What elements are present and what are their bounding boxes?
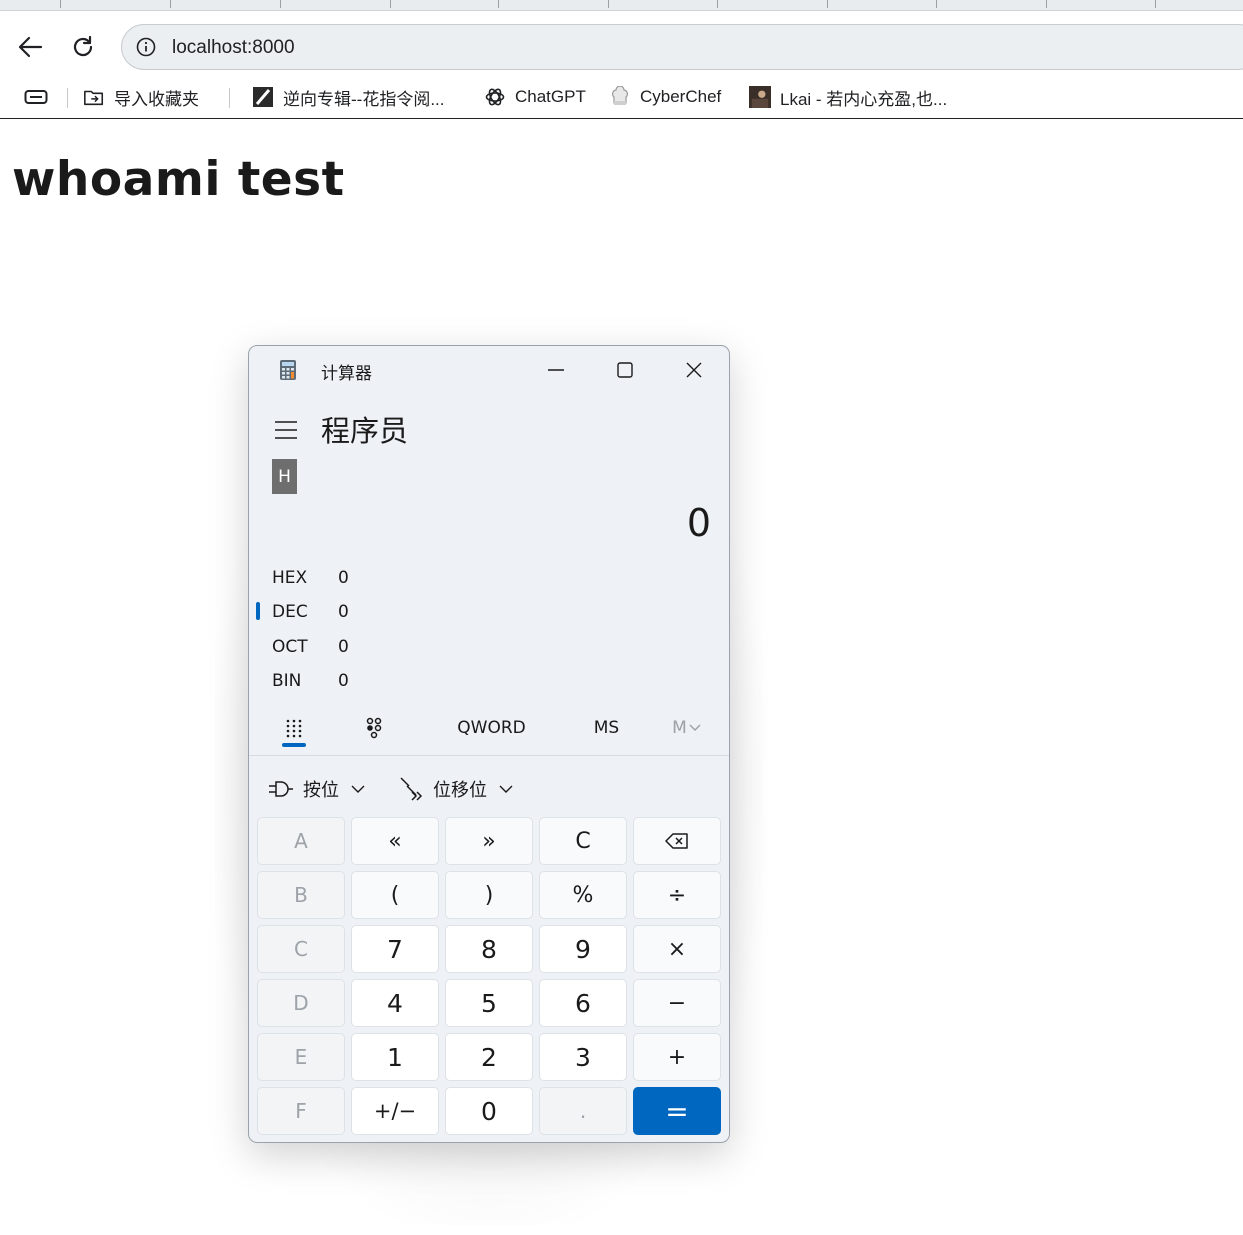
key-0[interactable]: 0 xyxy=(445,1087,533,1135)
key-clear[interactable]: C xyxy=(539,817,627,865)
keypad-grid-icon xyxy=(286,719,302,738)
logic-gate-icon xyxy=(269,781,293,797)
backspace-icon xyxy=(665,833,688,849)
calculator-window[interactable]: 计算器 程序员 H 0 HEX 0 DEC 0 OCT 0 BIN 0 QWOR… xyxy=(248,345,730,1143)
key-divide[interactable]: ÷ xyxy=(633,871,721,919)
active-tab-indicator xyxy=(282,743,306,747)
result-display: 0 xyxy=(686,501,711,545)
key-open-paren[interactable]: ( xyxy=(351,871,439,919)
bookmark-cyberchef[interactable]: CyberChef xyxy=(609,83,721,111)
key-3[interactable]: 3 xyxy=(539,1033,627,1081)
base-bin-label[interactable]: BIN xyxy=(272,671,301,691)
key-6[interactable]: 6 xyxy=(539,979,627,1027)
bit-toggle-keypad-tab[interactable] xyxy=(354,710,394,746)
hamburger-menu-icon[interactable] xyxy=(274,420,298,440)
memory-store-button[interactable]: MS xyxy=(579,710,634,746)
bookmark-lkai[interactable]: Lkai - 若内心充盈,也... xyxy=(749,83,947,111)
base-oct-value: 0 xyxy=(338,637,349,657)
key-a[interactable]: A xyxy=(257,817,345,865)
tab-groups-icon xyxy=(24,90,48,104)
key-1[interactable]: 1 xyxy=(351,1033,439,1081)
minimize-button[interactable] xyxy=(536,356,576,384)
key-right-shift[interactable]: » xyxy=(445,817,533,865)
key-negate[interactable]: +/− xyxy=(351,1087,439,1135)
key-subtract[interactable]: − xyxy=(633,979,721,1027)
key-4[interactable]: 4 xyxy=(351,979,439,1027)
maximize-icon xyxy=(617,362,633,378)
back-button[interactable] xyxy=(15,32,45,62)
bookmark-apps[interactable] xyxy=(24,83,48,111)
key-percent[interactable]: % xyxy=(539,871,627,919)
reload-button[interactable] xyxy=(68,32,98,62)
key-equals[interactable]: = xyxy=(633,1087,721,1135)
url-text[interactable]: localhost:8000 xyxy=(172,37,295,59)
key-f[interactable]: F xyxy=(257,1087,345,1135)
key-close-paren[interactable]: ) xyxy=(445,871,533,919)
base-dec-label[interactable]: DEC xyxy=(272,602,308,622)
key-d[interactable]: D xyxy=(257,979,345,1027)
active-base-indicator xyxy=(256,602,260,620)
bitshift-label: 位移位 xyxy=(433,780,487,801)
avatar-icon xyxy=(749,86,771,108)
key-9[interactable]: 9 xyxy=(539,925,627,973)
chevron-down-icon xyxy=(499,785,513,793)
openai-icon xyxy=(484,86,506,108)
import-icon xyxy=(83,86,105,108)
base-dec-value: 0 xyxy=(338,602,349,622)
key-8[interactable]: 8 xyxy=(445,925,533,973)
bit-shift-icon xyxy=(400,777,423,801)
bookmark-label: 导入收藏夹 xyxy=(114,89,199,109)
key-left-shift[interactable]: « xyxy=(351,817,439,865)
bookmark-label: ChatGPT xyxy=(515,87,586,106)
bookmark-chatgpt[interactable]: ChatGPT xyxy=(484,83,586,111)
reload-icon xyxy=(73,35,93,57)
minimize-icon xyxy=(548,369,564,371)
divider xyxy=(249,755,729,756)
site-info-icon[interactable] xyxy=(136,37,156,57)
bitshift-dropdown[interactable]: 位移位 xyxy=(399,773,513,805)
base-hex-value: 0 xyxy=(338,568,349,588)
word-size-button[interactable]: QWORD xyxy=(444,710,539,746)
key-5[interactable]: 5 xyxy=(445,979,533,1027)
calculator-mode-title: 程序员 xyxy=(321,414,409,448)
window-title: 计算器 xyxy=(321,364,372,384)
key-decimal[interactable]: . xyxy=(539,1087,627,1135)
calculator-app-icon xyxy=(280,360,296,380)
key-7[interactable]: 7 xyxy=(351,925,439,973)
close-icon xyxy=(686,362,702,378)
back-arrow-icon xyxy=(18,36,43,58)
bitwise-label: 按位 xyxy=(303,780,339,801)
base-oct-label[interactable]: OCT xyxy=(272,637,308,657)
bookmark-label: Lkai - 若内心充盈,也... xyxy=(780,89,948,109)
bookmarks-bar: 导入收藏夹 逆向专辑--花指令阅... ChatGPT CyberChef Lk… xyxy=(0,78,1243,119)
key-add[interactable]: + xyxy=(633,1033,721,1081)
page-heading: whoami test xyxy=(12,152,345,207)
full-keypad-tab[interactable] xyxy=(274,710,314,746)
bitwise-dropdown[interactable]: 按位 xyxy=(268,773,365,805)
key-2[interactable]: 2 xyxy=(445,1033,533,1081)
tab-strip[interactable] xyxy=(0,0,1243,11)
chef-icon xyxy=(609,86,631,108)
bit-toggle-icon xyxy=(366,717,382,739)
memory-list-label: M xyxy=(672,718,687,738)
address-bar[interactable]: localhost:8000 xyxy=(121,24,1243,70)
chevron-down-icon xyxy=(351,785,365,793)
chevron-down-icon xyxy=(689,724,701,731)
bookmark-label: CyberChef xyxy=(640,87,722,106)
base-bin-value: 0 xyxy=(338,671,349,691)
key-backspace[interactable] xyxy=(633,817,721,865)
bookmark-reverse[interactable]: 逆向专辑--花指令阅... xyxy=(252,83,445,111)
maximize-button[interactable] xyxy=(605,356,645,384)
memory-list-button[interactable]: M xyxy=(659,710,714,746)
base-hex-label[interactable]: HEX xyxy=(272,568,307,588)
key-b[interactable]: B xyxy=(257,871,345,919)
bookmark-label: 逆向专辑--花指令阅... xyxy=(283,89,445,109)
bookmark-import[interactable]: 导入收藏夹 xyxy=(83,83,199,111)
key-c-hex[interactable]: C xyxy=(257,925,345,973)
key-multiply[interactable]: × xyxy=(633,925,721,973)
zhihu-like-icon xyxy=(252,86,274,108)
close-button[interactable] xyxy=(674,356,714,384)
key-e[interactable]: E xyxy=(257,1033,345,1081)
history-badge[interactable]: H xyxy=(272,459,297,494)
